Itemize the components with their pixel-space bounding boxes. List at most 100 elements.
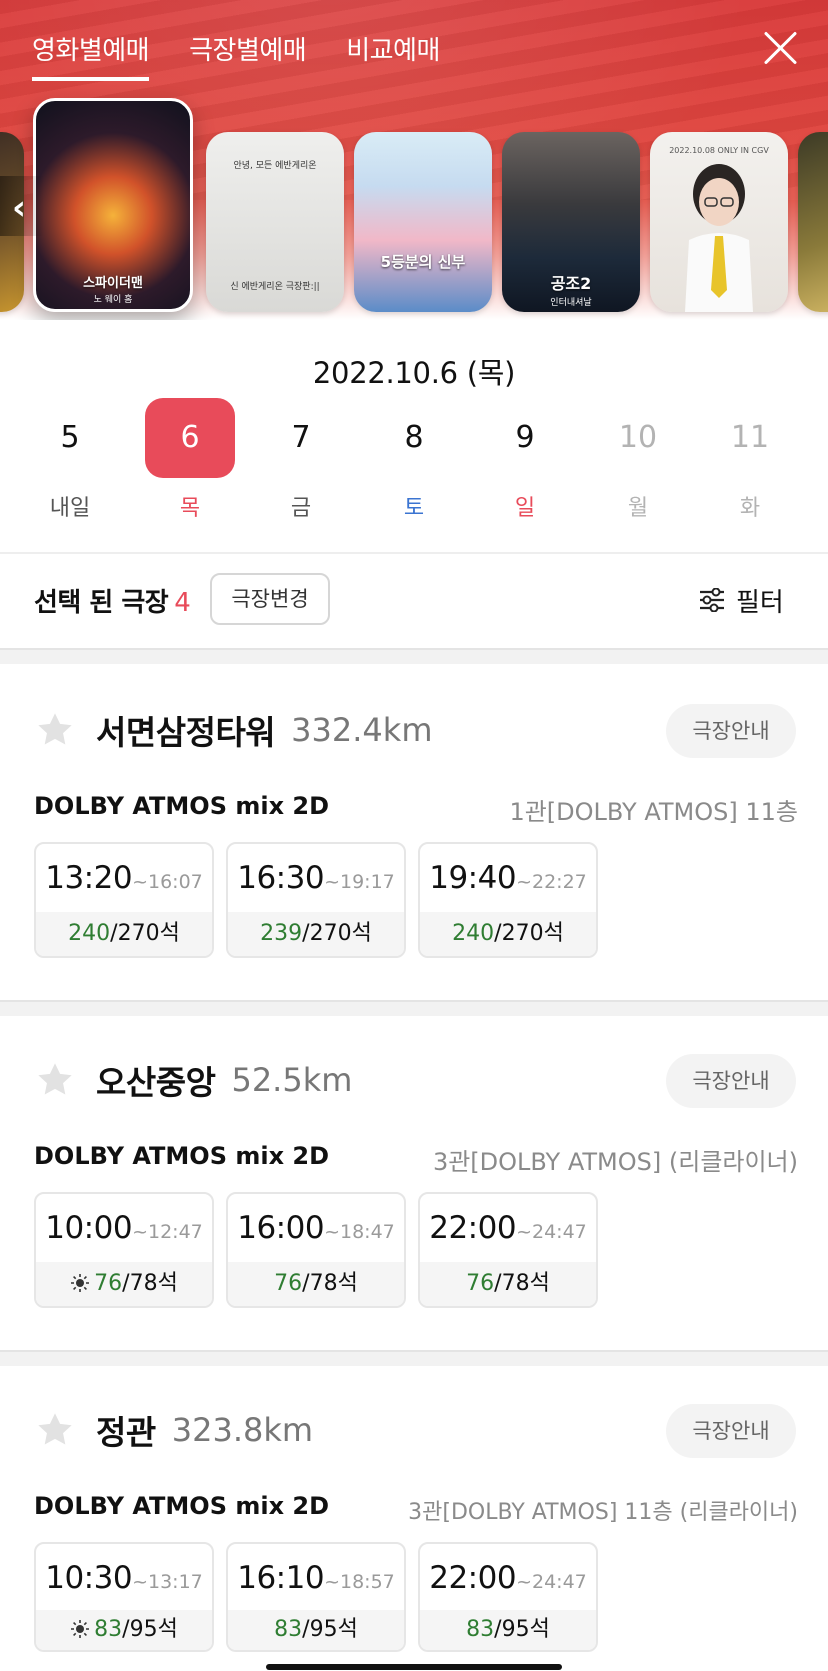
tab-theater-booking[interactable]: 극장별예매 [189,30,307,81]
seats-available: 76 [466,1271,495,1296]
seats-total: /95석 [122,1617,178,1642]
section-divider [0,1350,828,1366]
showtime-slot[interactable]: 13:20~16:07 240/270석 [34,842,214,958]
date-weekday: 월 [627,496,649,521]
section-divider [0,648,828,664]
showtime-start: 22:00 [429,1210,517,1246]
date-weekday: 토 [403,496,425,521]
selected-theaters-count: 4 [174,588,191,618]
date-number: 6 [145,398,235,478]
seat-availability: 76/78석 [228,1262,404,1306]
showtime-slot[interactable]: 22:00~24:47 76/78석 [418,1192,598,1308]
screening-format: DOLBY ATMOS mix 2D [34,792,330,820]
poster-carousel[interactable]: 스파이더맨 노 웨이 홈 안녕, 모든 에반게리온 신 에반게리온 극장판:||… [0,98,828,318]
date-number: 11 [730,420,770,455]
seat-availability: 83/95석 [228,1610,404,1650]
seats-total: /95석 [494,1617,550,1642]
morning-sun-icon [71,1274,90,1292]
poster-text: 신 에반게리온 극장판:|| [230,282,320,292]
home-indicator[interactable] [266,1664,562,1670]
filter-button[interactable]: 필터 [698,580,784,620]
poster-item[interactable]: 5등분의 신부 [354,132,492,312]
date-number: 5 [60,420,80,455]
tab-movie-booking[interactable]: 영화별예매 [32,30,150,81]
date-item-selected[interactable]: 6 목 [145,398,235,528]
poster-title: 스파이더맨 [83,276,143,291]
change-theater-button[interactable]: 극장변경 [210,573,330,625]
showtime-start: 13:20 [45,860,133,896]
poster-item[interactable]: 안녕, 모든 에반게리온 신 에반게리온 극장판:|| [206,132,344,312]
showtime-start: 16:30 [237,860,325,896]
poster-subtitle: 노 웨이 홈 [93,295,133,305]
seat-availability: 239/270석 [228,912,404,956]
favorite-star-icon[interactable] [34,1409,76,1451]
seats-total: /78석 [302,1271,358,1296]
date-weekday: 금 [290,496,312,521]
showtime-start: 16:10 [237,1560,325,1596]
filter-icon [700,588,724,612]
showtime-end: ~12:47 [132,1221,203,1243]
date-number: 9 [515,420,535,455]
date-item[interactable]: 7 금 [256,398,346,528]
showtime-start: 10:00 [45,1210,133,1246]
divider [0,552,828,554]
theater-info-button[interactable]: 극장안내 [666,1404,796,1458]
poster-subtitle: 인터내셔날 [550,298,592,308]
seat-availability: 240/270석 [420,912,596,956]
carousel-prev-button[interactable]: ‹ [0,176,44,236]
screening-hall: 3관[DOLBY ATMOS] 11층 (리클라이너) [408,1500,798,1525]
theater-distance: 52.5km [231,1061,353,1099]
seats-total: /95석 [302,1617,358,1642]
date-item[interactable]: 9 일 [480,398,570,528]
tab-compare-booking[interactable]: 비교예매 [346,30,440,81]
showtime-end: ~13:17 [132,1571,203,1593]
showtime-slot[interactable]: 10:00~12:47 76/78석 [34,1192,214,1308]
theater-info-button[interactable]: 극장안내 [666,704,796,758]
showtime-slot[interactable]: 10:30~13:17 83/95석 [34,1542,214,1652]
seats-available: 83 [274,1617,303,1642]
poster-item-selected[interactable]: 스파이더맨 노 웨이 홈 [33,98,193,312]
date-item-disabled: 10 월 [593,398,683,528]
date-number: 7 [291,420,311,455]
poster-text: 2022.10.08 ONLY IN CGV [669,146,769,155]
seats-total: /78석 [122,1271,178,1296]
date-weekday: 목 [179,496,201,521]
theater-distance: 332.4km [291,711,433,749]
showtime-end: ~22:27 [516,871,587,893]
seats-available: 83 [466,1617,495,1642]
date-weekday: 일 [514,496,536,521]
seats-total: /78석 [494,1271,550,1296]
date-number: 8 [404,420,424,455]
theater-name: 정관 [96,1413,156,1452]
showtime-slot[interactable]: 16:10~18:57 83/95석 [226,1542,406,1652]
poster-title: 공조2 [550,274,592,293]
poster-title: 5등분의 신부 [380,253,466,271]
showtime-end: ~18:57 [324,1571,395,1593]
favorite-star-icon[interactable] [34,709,76,751]
showtime-slot[interactable]: 22:00~24:47 83/95석 [418,1542,598,1652]
showtime-slot[interactable]: 16:00~18:47 76/78석 [226,1192,406,1308]
poster-item[interactable]: 2022.10.08 ONLY IN CGV [650,132,788,312]
date-item[interactable]: 5 내일 [25,398,115,528]
theater-distance: 323.8km [171,1411,314,1449]
poster-item[interactable]: 공조2 인터내셔날 [502,132,640,312]
theater-info-button[interactable]: 극장안내 [666,1054,796,1108]
seats-available: 240 [452,921,495,946]
showtime-slot[interactable]: 19:40~22:27 240/270석 [418,842,598,958]
seats-available: 76 [274,1271,303,1296]
seats-available: 76 [94,1271,123,1296]
theater-name: 서면삼정타워 [96,713,276,752]
favorite-star-icon[interactable] [34,1059,76,1101]
showtime-start: 22:00 [429,1560,517,1596]
showtime-end: ~24:47 [516,1571,587,1593]
selected-theaters-label: 선택 된 극장 4 [34,582,191,619]
poster-item[interactable] [798,132,828,312]
showtime-slot[interactable]: 16:30~19:17 239/270석 [226,842,406,958]
close-icon[interactable] [760,28,800,68]
date-strip: 5 내일 6 목 7 금 8 토 9 일 10 월 11 화 [20,398,810,528]
date-weekday: 화 [739,496,761,521]
movie-header: 영화별예매 극장별예매 비교예매 스파이더맨 노 웨이 홈 안녕, 모든 에반게… [0,0,828,320]
date-item[interactable]: 8 토 [369,398,459,528]
section-divider [0,1000,828,1016]
seat-availability: 83/95석 [420,1610,596,1650]
